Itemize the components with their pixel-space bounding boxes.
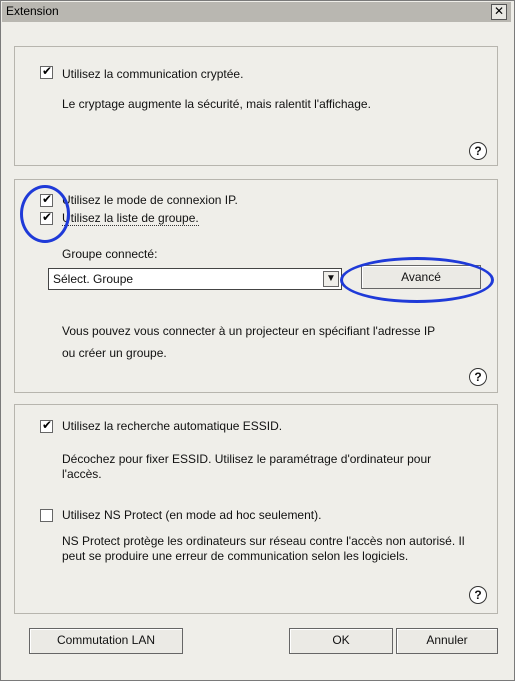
- ns-protect-label: Utilisez NS Protect (en mode ad hoc seul…: [62, 508, 322, 522]
- check-icon: ✔: [42, 64, 53, 78]
- encrypt-checkbox[interactable]: ✔: [40, 64, 53, 79]
- group-select[interactable]: Sélect. Groupe ▼: [48, 268, 342, 290]
- help-icon[interactable]: ?: [469, 142, 487, 160]
- help-icon[interactable]: ?: [469, 368, 487, 386]
- group-list-checkbox[interactable]: ✔: [40, 210, 53, 225]
- ip-mode-label: Utilisez le mode de connexion IP.: [62, 193, 238, 207]
- essid-label: Utilisez la recherche automatique ESSID.: [62, 419, 283, 433]
- check-icon: ✔: [42, 192, 53, 206]
- connection-description: Vous pouvez vous connecter à un projecte…: [62, 324, 435, 360]
- title-bar: Extension ✕: [2, 2, 511, 22]
- check-icon: ✔: [42, 418, 53, 432]
- advanced-button[interactable]: Avancé: [361, 265, 481, 289]
- ns-protect-description: NS Protect protège les ordinateurs sur r…: [62, 534, 465, 563]
- ip-mode-checkbox[interactable]: ✔: [40, 192, 53, 207]
- group-select-value: Sélect. Groupe: [53, 272, 134, 286]
- ns-protect-checkbox[interactable]: [40, 509, 53, 522]
- encrypt-description: Le cryptage augmente la sécurité, mais r…: [62, 97, 371, 111]
- chevron-down-icon[interactable]: ▼: [323, 271, 339, 287]
- lan-switch-button[interactable]: Commutation LAN: [29, 628, 183, 654]
- group-label: Groupe connecté:: [62, 247, 158, 261]
- encrypt-label: Utilisez la communication cryptée.: [62, 67, 244, 81]
- essid-checkbox[interactable]: ✔: [40, 418, 53, 433]
- ok-button[interactable]: OK: [289, 628, 393, 654]
- help-icon[interactable]: ?: [469, 586, 487, 604]
- window-title: Extension: [6, 4, 59, 18]
- cancel-button[interactable]: Annuler: [396, 628, 498, 654]
- check-icon: ✔: [42, 210, 53, 224]
- essid-description: Décochez pour fixer ESSID. Utilisez le p…: [62, 452, 432, 481]
- close-button[interactable]: ✕: [491, 4, 507, 20]
- group-list-label: Utilisez la liste de groupe.: [62, 211, 199, 226]
